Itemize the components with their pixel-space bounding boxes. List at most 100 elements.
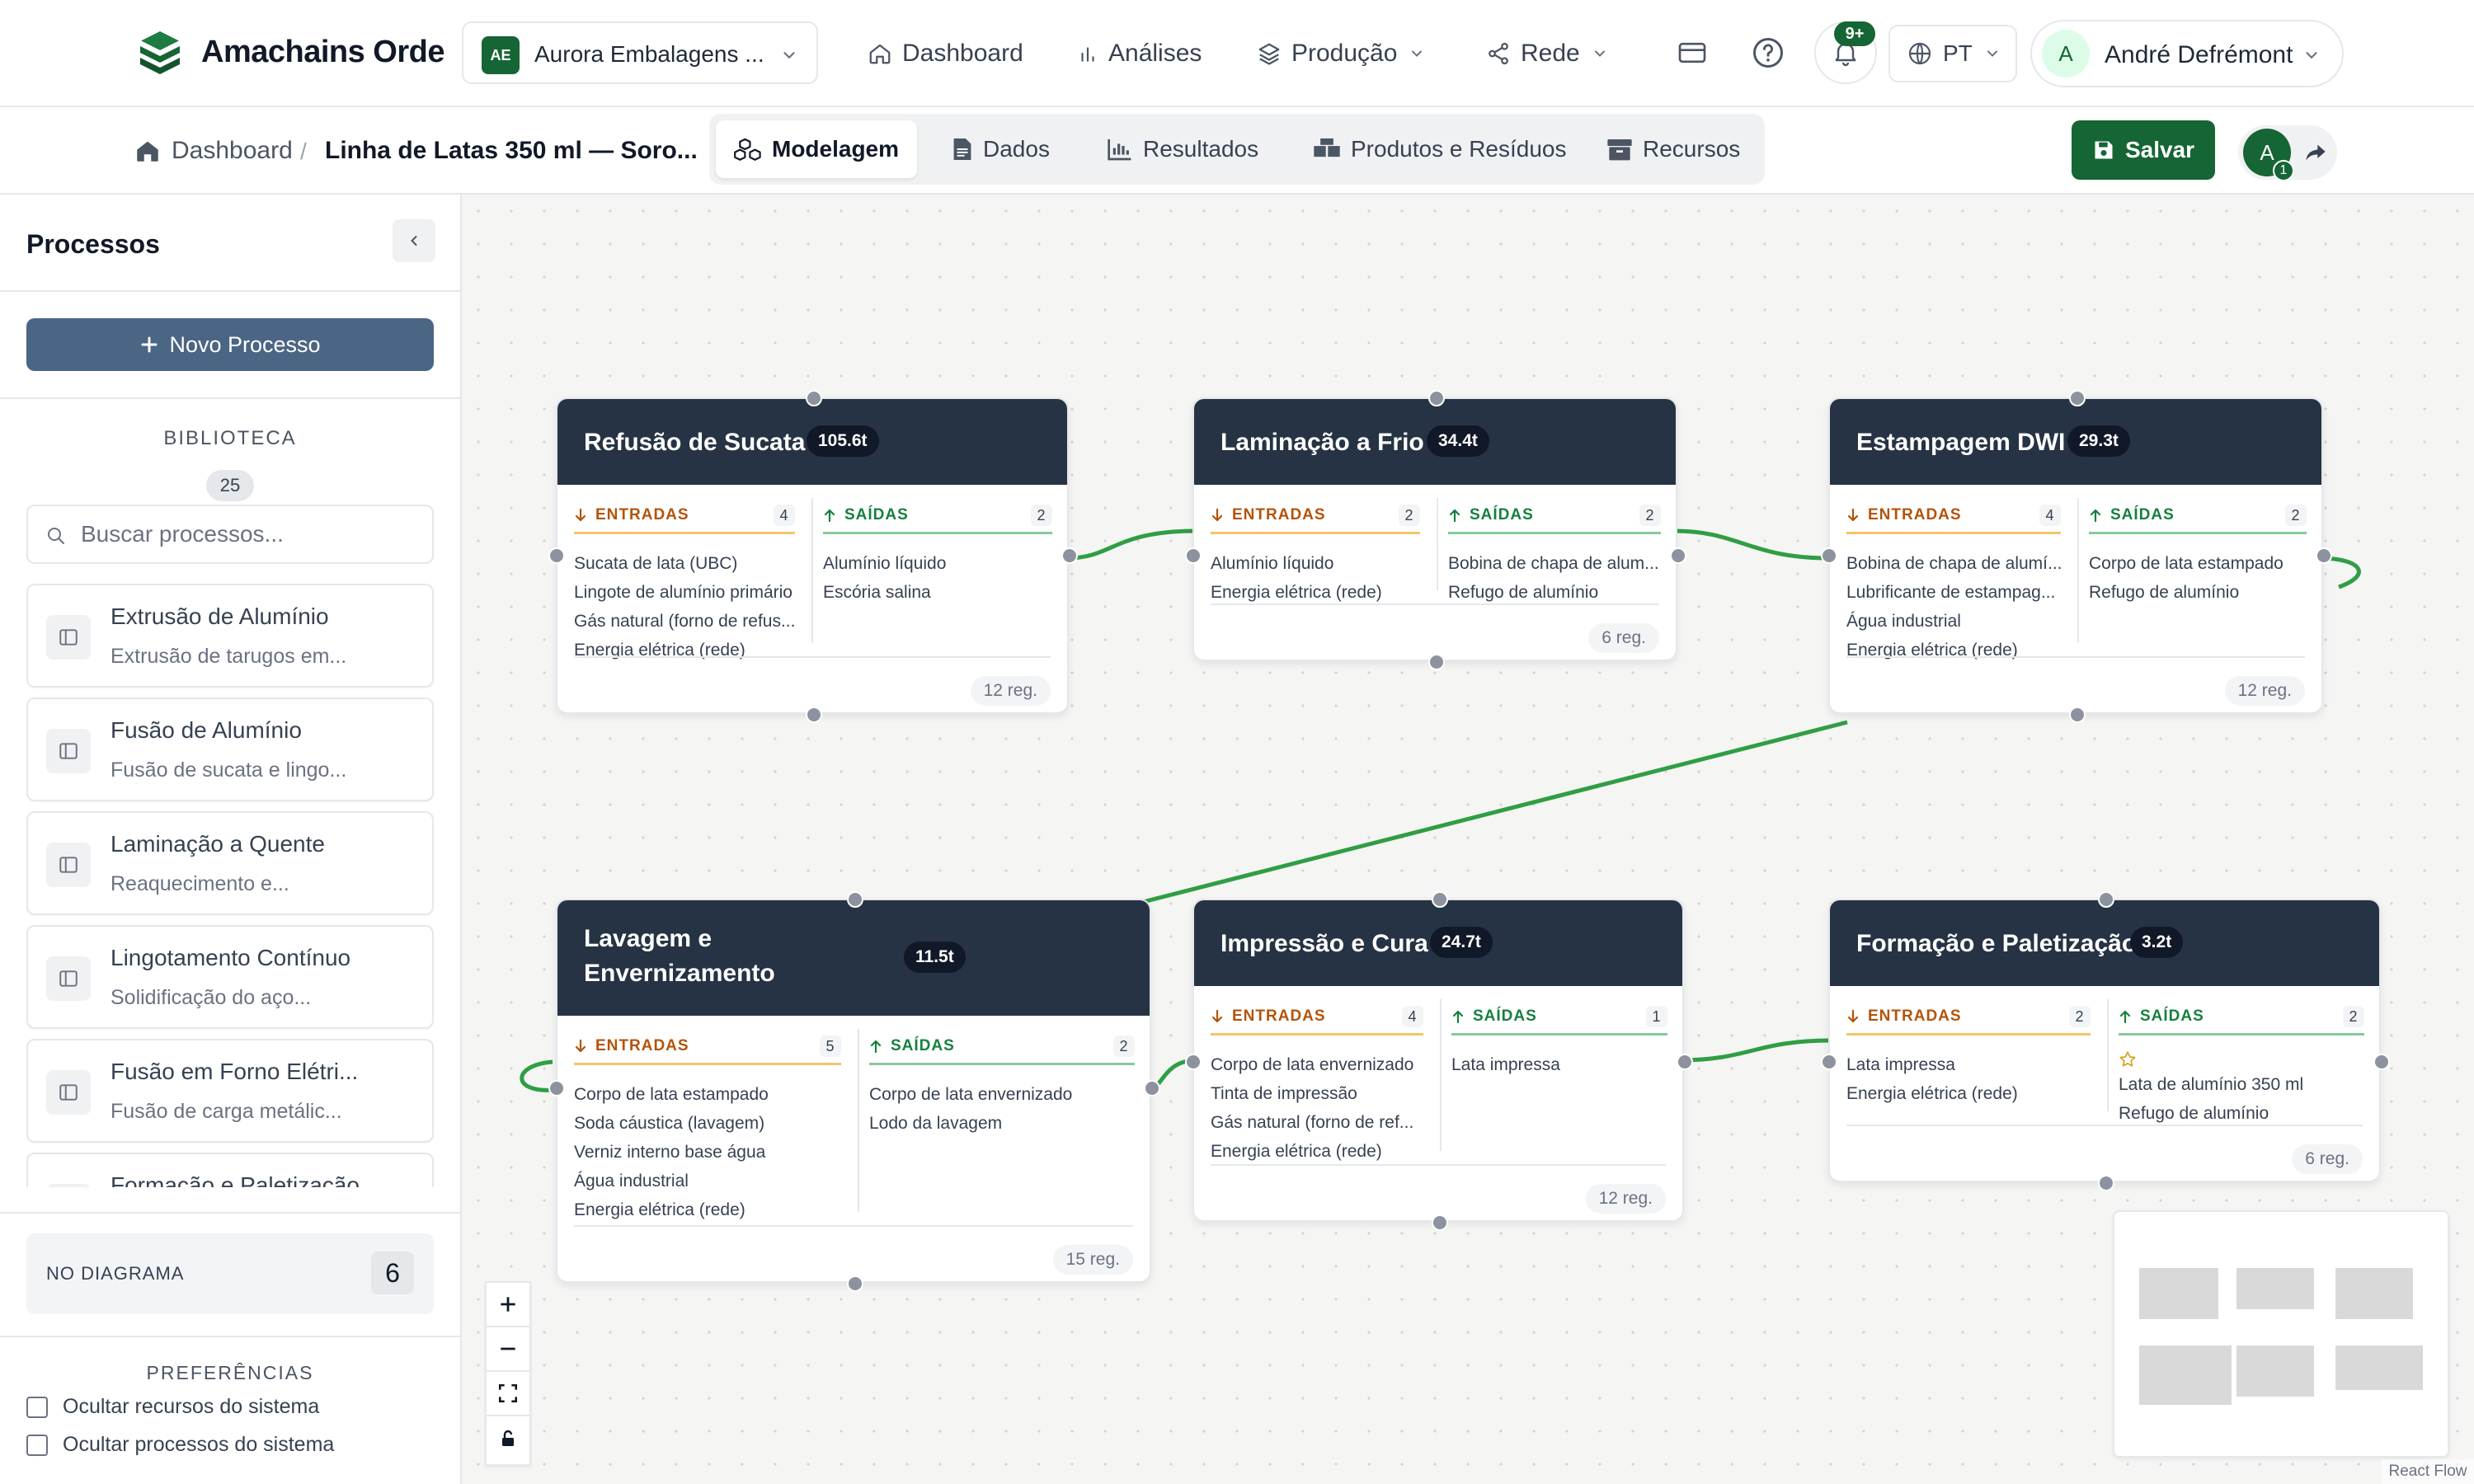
process-node[interactable]: Lavagem e Envernizamento 11.5t ENTRADAS 5 Cor… (548, 891, 1160, 1292)
handle-top[interactable] (2069, 390, 2086, 406)
output-item: Refugo de alumínio (2119, 1104, 2269, 1123)
library-list[interactable]: Extrusão de Alumínio Extrusão de tarugos … (26, 584, 434, 1187)
handle-input[interactable] (548, 1080, 565, 1097)
edge-estampagem-lavagem[interactable] (1142, 720, 1848, 904)
handle-output[interactable] (1144, 1080, 1160, 1097)
save-button[interactable]: Salvar (2072, 120, 2215, 180)
outputs-label: SAÍDAS (2140, 1007, 2204, 1025)
input-item: Bobina de chapa de alumí... (1846, 554, 2062, 573)
handle-input[interactable] (548, 547, 565, 564)
handle-bottom[interactable] (806, 707, 822, 723)
tab-resultados-label: Resultados (1143, 136, 1259, 162)
nav-rede[interactable]: Rede (1486, 33, 1618, 74)
logo-icon[interactable] (135, 28, 185, 77)
arrow-down-icon (1846, 1009, 1868, 1024)
breadcrumb-current: Linha de Latas 350 ml — Soro... (325, 137, 698, 164)
library-item-title: Formação e Paletização (111, 1172, 360, 1187)
library-item[interactable]: Extrusão de Alumínio Extrusão de tarugos … (26, 584, 434, 688)
output-item: Escória salina (823, 583, 931, 602)
node-title-line: Lavagem e (584, 925, 713, 952)
outputs-column: SAÍDAS 2 Corpo de lata estampado Refugo de … (2089, 498, 2307, 660)
fit-view-button[interactable] (487, 1372, 529, 1416)
edge-impressao-formacao[interactable] (1679, 1038, 1832, 1063)
handle-bottom[interactable] (847, 1275, 863, 1292)
star-icon[interactable] (2119, 1050, 2303, 1070)
checkbox[interactable] (26, 1434, 48, 1456)
handle-bottom[interactable] (1432, 1214, 1448, 1231)
handle-output[interactable] (2316, 547, 2332, 564)
edge-laminacao-estampagem[interactable] (1673, 528, 1832, 561)
outputs-count: 2 (1031, 505, 1052, 526)
zoom-in-button[interactable] (487, 1283, 529, 1327)
user-menu[interactable]: A André Defrémont (2030, 20, 2344, 87)
tab-dados[interactable]: Dados (934, 120, 1068, 178)
node-title: Laminação a Frio (1221, 429, 1424, 456)
nav-producao[interactable]: Produção (1257, 33, 1435, 74)
credit-card-icon[interactable] (1676, 36, 1709, 69)
process-node[interactable]: Refusão de Sucata 105.6t ENTRADAS 4 Sucata d… (548, 390, 1078, 723)
breadcrumb-home[interactable]: Dashboard (134, 137, 293, 165)
collaborators-share[interactable]: A 1 (2238, 125, 2337, 181)
handle-input[interactable] (1821, 547, 1837, 564)
plus-icon (139, 335, 169, 355)
process-node[interactable]: Estampagem DWI 29.3t ENTRADAS 4 Bobina de ch… (1821, 390, 2332, 723)
outputs-list: Lata de alumínio 350 ml Refugo de alumíni… (2119, 1050, 2303, 1128)
pref-hide-system-resources[interactable]: Ocultar recursos do sistema (26, 1395, 319, 1419)
library-item[interactable]: Laminação a Quente Reaquecimento e... (26, 811, 434, 915)
handle-output[interactable] (1670, 547, 1686, 564)
tab-produtos-residuos[interactable]: Produtos e Resíduos (1295, 120, 1585, 178)
handle-input[interactable] (1821, 1054, 1837, 1070)
react-flow-attribution[interactable]: React Flow (2382, 1459, 2474, 1484)
edge-refusao-laminacao[interactable] (1066, 528, 1197, 561)
column-divider (811, 498, 813, 643)
library-item[interactable]: Formação e Paletização (26, 1153, 434, 1187)
handle-top[interactable] (2098, 891, 2114, 908)
node-footer-divider (1846, 1125, 2363, 1126)
zoom-out-button[interactable] (487, 1327, 529, 1372)
process-node[interactable]: Formação e Paletização 3.2t ENTRADAS 2 Lata … (1821, 891, 2390, 1191)
library-item[interactable]: Lingotamento Contínuo Solidificação do aç… (26, 925, 434, 1029)
process-search[interactable] (26, 505, 434, 564)
lock-button[interactable] (487, 1416, 529, 1461)
minimap-node (2236, 1345, 2314, 1397)
minimap[interactable] (2113, 1210, 2449, 1458)
handle-output[interactable] (1677, 1054, 1693, 1070)
handle-output[interactable] (1061, 547, 1078, 564)
column-divider (1437, 498, 1438, 590)
handle-output[interactable] (2373, 1054, 2390, 1070)
handle-top[interactable] (806, 390, 822, 406)
library-item[interactable]: Fusão de Alumínio Fusão de sucata e lingo… (26, 697, 434, 801)
column-divider (2077, 498, 2079, 643)
share-icon[interactable] (2304, 142, 2327, 163)
outputs-count: 1 (1646, 1006, 1667, 1027)
process-node[interactable]: Impressão e Cura 24.7t ENTRADAS 4 Corpo de l… (1185, 891, 1693, 1231)
tab-resultados[interactable]: Resultados (1089, 120, 1277, 178)
tab-modelagem[interactable]: Modelagem (716, 120, 918, 178)
collapse-sidebar-button[interactable] (393, 219, 435, 262)
language-selector[interactable]: PT (1888, 25, 2017, 82)
new-process-button[interactable]: Novo Processo (26, 318, 434, 371)
search-input[interactable] (81, 518, 419, 551)
organization-selector[interactable]: AE Aurora Embalagens ... (462, 21, 818, 84)
process-node[interactable]: Laminação a Frio 34.4t ENTRADAS 2 Alumínio l… (1185, 390, 1686, 670)
library-item[interactable]: Fusão em Forno Elétri... Fusão de carga m… (26, 1039, 434, 1143)
handle-bottom[interactable] (2069, 707, 2086, 723)
handle-top[interactable] (1432, 891, 1448, 908)
pref-hide-system-processes[interactable]: Ocultar processos do sistema (26, 1433, 334, 1457)
nav-dashboard[interactable]: Dashboard (868, 33, 1023, 74)
help-icon[interactable] (1750, 35, 1786, 71)
handle-bottom[interactable] (2098, 1175, 2114, 1191)
notifications-button[interactable]: 9+ (1814, 21, 1877, 84)
view-tabs: Modelagem Dados Resultados Produtos e Re… (709, 114, 1765, 185)
nav-analises[interactable]: Análises (1077, 33, 1202, 74)
tab-recursos[interactable]: Recursos (1588, 120, 1758, 178)
handle-top[interactable] (847, 891, 863, 908)
handle-input[interactable] (1185, 1054, 1202, 1070)
node-footer-divider (574, 1225, 1133, 1227)
handle-bottom[interactable] (1428, 654, 1445, 670)
input-item: Verniz interno base água (574, 1143, 766, 1162)
handle-input[interactable] (1185, 547, 1202, 564)
checkbox[interactable] (26, 1396, 48, 1418)
handle-top[interactable] (1428, 390, 1445, 406)
flow-canvas[interactable]: Refusão de Sucata 105.6t ENTRADAS 4 Sucata d… (462, 195, 2474, 1484)
